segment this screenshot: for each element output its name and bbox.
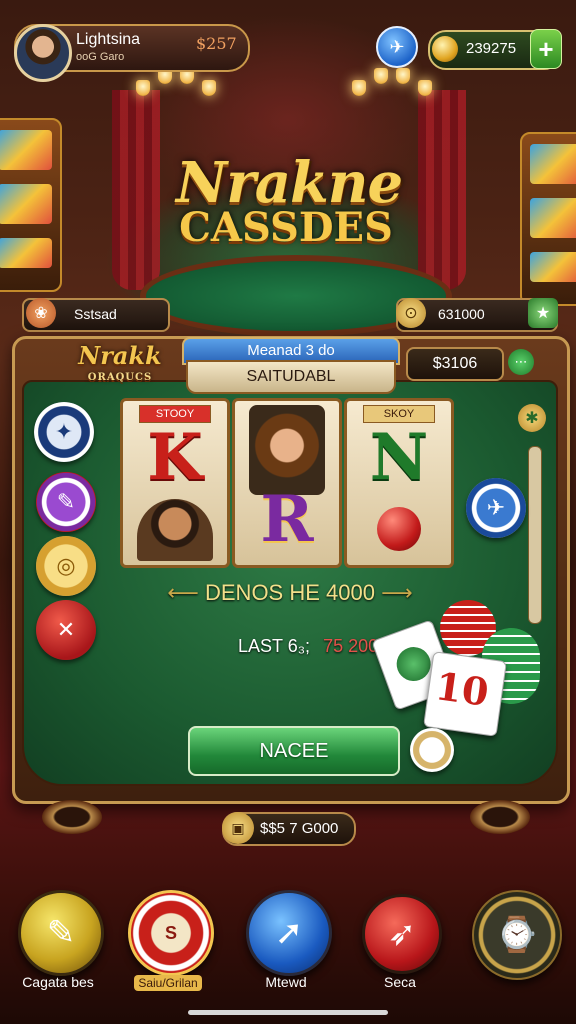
bet-display: ▣ $$5 7 G000 (222, 812, 356, 846)
gold-coin-icon: ⊙ (396, 298, 426, 328)
nav-button-2[interactable]: S (128, 890, 214, 976)
nav-button-3[interactable]: ➚ (246, 890, 332, 976)
chandelier-right (348, 60, 438, 120)
nav-label-2[interactable]: Saiu/Grilan (108, 974, 228, 991)
reel-letter: R (260, 482, 314, 557)
coin-balance: 239275 + (428, 29, 562, 70)
nav-button-5[interactable]: ⌚ (472, 890, 562, 980)
home-indicator[interactable] (188, 1010, 388, 1015)
nav-button-4[interactable]: ➶ (362, 894, 442, 974)
coin-icon (432, 36, 458, 62)
chip-red[interactable]: ✕ (36, 600, 96, 660)
cup-holder-right (470, 800, 530, 834)
reel-letter: N (369, 420, 429, 495)
chip-purple[interactable]: ✎ (36, 472, 96, 532)
tab-main[interactable]: SAITUDABL (186, 360, 396, 394)
win-line: ⟵ DENOS HE 4000 ⟶ (140, 580, 440, 606)
slot-machine-right (520, 132, 576, 306)
reel-letter: K (147, 420, 203, 495)
profile-value: $257 (196, 34, 237, 53)
curtain-right (418, 90, 466, 290)
sword-icon: ✈ (389, 36, 405, 57)
avatar[interactable] (14, 24, 72, 82)
nav-label-2-text: Saiu/Grilan (134, 975, 202, 991)
panel-balance: $3106 (406, 347, 504, 381)
scrollbar[interactable] (528, 446, 542, 624)
reel-3: SKOY N (344, 398, 454, 568)
last-label: LAST 6₃; (238, 636, 311, 656)
chip-white (410, 728, 454, 772)
card-ten: 10 (423, 651, 507, 737)
spin-button[interactable]: NACEE (188, 726, 400, 776)
star-button[interactable]: ✱ (518, 404, 546, 432)
star-icon[interactable]: ★ (528, 298, 558, 328)
nav-label-3[interactable]: Mtewd (226, 974, 346, 990)
game-title-logo: Nrakne CASSDES (176, 150, 403, 251)
reel-1: STOOY K (120, 398, 230, 568)
arrow-icon: ➚ (274, 914, 304, 952)
slot-machine-left (0, 118, 62, 292)
coin-value: 239275 (466, 40, 517, 57)
chip-blue[interactable]: ✈ (466, 478, 526, 538)
panel-logo: Nrakk ORAQUCS (60, 344, 180, 389)
profile-bar[interactable]: Lightsina ooG Garo $257 (14, 24, 250, 82)
last-line: LAST 6₃; 75 2005 (238, 636, 388, 657)
panel-logo-sub: ORAQUCS (87, 372, 153, 383)
win-arrow-right: ⟶ (381, 580, 413, 605)
curtain-left (112, 90, 160, 290)
right-pill-label: 631000 (438, 306, 485, 322)
chip-icon: S (164, 922, 177, 943)
lotus-icon: ❀ (26, 298, 56, 328)
add-coins-button[interactable]: + (530, 29, 562, 69)
profile-name: Lightsina (76, 31, 141, 48)
chip-gold[interactable]: ◎ (36, 536, 96, 596)
game-title-line1: Nrakne (176, 150, 403, 216)
chip-compass[interactable]: ✦ (34, 402, 94, 462)
nav-label-1[interactable]: Cagata bes (0, 974, 118, 990)
left-pill[interactable]: ❀ Sstsad (22, 298, 170, 332)
pencil-icon: ✎ (46, 914, 76, 952)
panel-logo-text: Nrakk (78, 341, 162, 370)
shield-button[interactable]: ✈ (376, 26, 418, 68)
heart-arrow-icon: ➶ (387, 915, 417, 953)
nav-label-4[interactable]: Seca (340, 974, 460, 990)
nav-button-1[interactable]: ✎ (18, 890, 104, 976)
profile-subtitle: ooG Garo (76, 51, 125, 63)
card-ten-value: 10 (432, 663, 492, 716)
left-pill-label: Sstsad (74, 306, 117, 322)
reel-2: R (232, 398, 342, 568)
game-title-line2: CASSDES (179, 204, 393, 251)
win-text: DENOS HE 4000 (205, 580, 375, 605)
bet-value: $$5 7 G000 (260, 820, 339, 837)
clock-icon: ⌚ (495, 916, 539, 954)
reel-portrait (137, 499, 213, 561)
right-pill[interactable]: ⊙ 631000 ★ (396, 298, 558, 332)
win-arrow-left: ⟵ (167, 580, 205, 605)
cup-holder-left (42, 800, 102, 834)
menu-button[interactable]: ⋯ (508, 349, 534, 375)
bet-coin-icon: ▣ (222, 812, 254, 844)
reel-red-ball (377, 507, 421, 551)
